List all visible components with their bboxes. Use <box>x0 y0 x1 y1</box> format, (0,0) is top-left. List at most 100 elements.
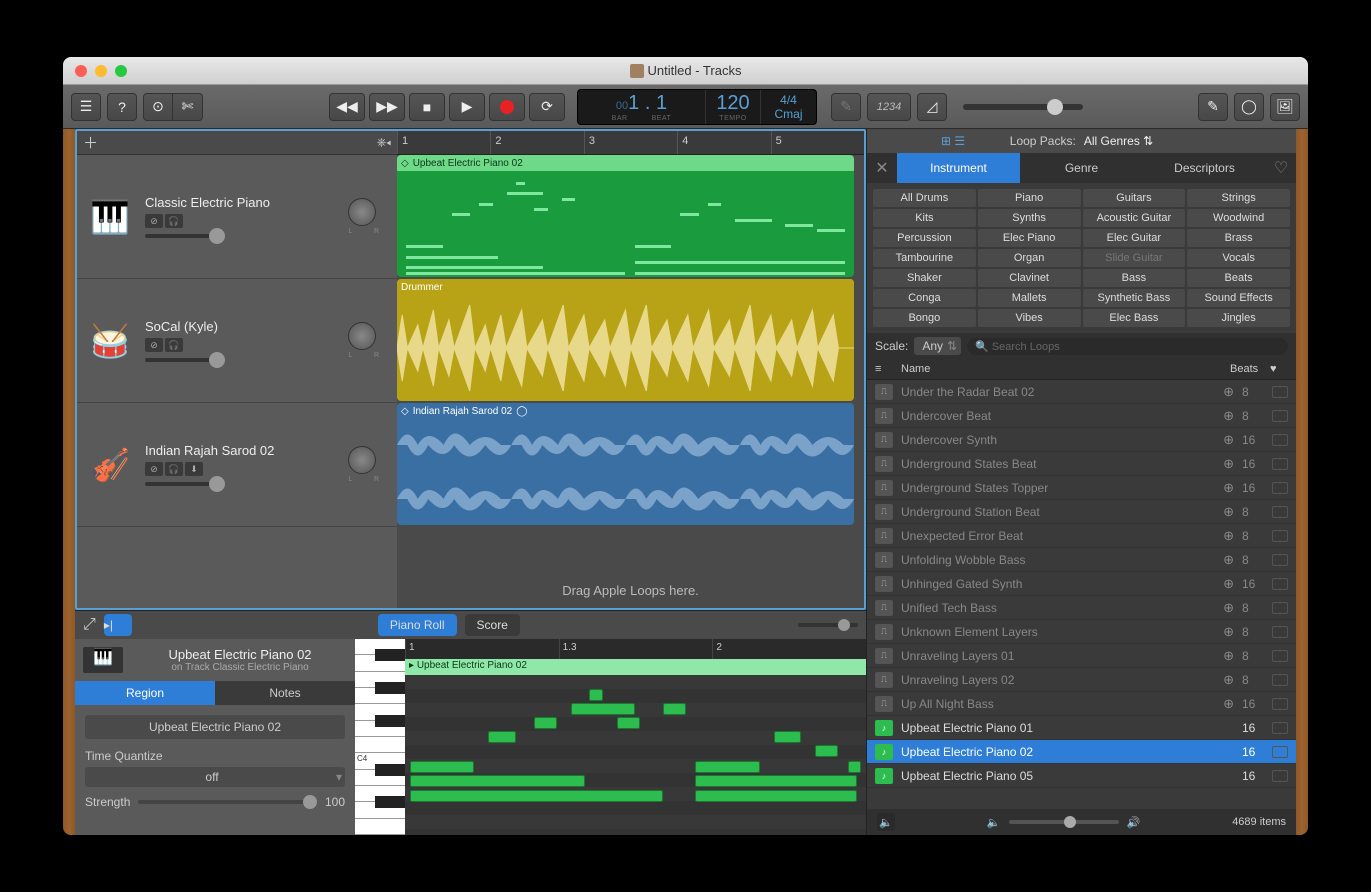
tab-descriptors[interactable]: Descriptors <box>1143 153 1266 183</box>
download-icon[interactable]: ⊕ <box>1223 600 1234 616</box>
smart-controls-button[interactable]: ⊙ <box>143 93 173 121</box>
favorites-button[interactable]: ♡ <box>1266 153 1296 183</box>
search-input[interactable]: 🔍 Search Loops <box>967 338 1288 355</box>
view-buttons[interactable]: ⊞ ☰ <box>941 134 965 148</box>
fav-checkbox[interactable] <box>1272 386 1288 398</box>
play-button[interactable]: ▶ <box>449 93 485 121</box>
download-icon[interactable]: ⊕ <box>1223 480 1234 496</box>
subtab-region[interactable]: Region <box>75 681 215 705</box>
loop-row[interactable]: ⎍ Unfolding Wobble Bass ⊕ 8 <box>867 548 1296 572</box>
fav-checkbox[interactable] <box>1272 674 1288 686</box>
category-bongo[interactable]: Bongo <box>873 309 976 327</box>
track-header[interactable]: 🎻 Indian Rajah Sarod 02 ⊘🎧⬇ L R <box>77 403 397 527</box>
category-conga[interactable]: Conga <box>873 289 976 307</box>
close-button[interactable] <box>75 65 87 77</box>
track-volume[interactable] <box>145 234 225 238</box>
loop-row[interactable]: ⎍ Unraveling Layers 02 ⊕ 8 <box>867 668 1296 692</box>
add-track-button[interactable]: ＋ <box>83 132 98 153</box>
region-sarod[interactable]: ◇ Indian Rajah Sarod 02 ◯ <box>397 403 854 525</box>
download-icon[interactable]: ⊕ <box>1223 408 1234 424</box>
mute-btn[interactable]: ⊘ <box>145 338 163 352</box>
subtab-notes[interactable]: Notes <box>215 681 355 705</box>
loop-row[interactable]: ♪ Upbeat Electric Piano 01 16 <box>867 716 1296 740</box>
download-icon[interactable]: ⊕ <box>1223 432 1234 448</box>
category-brass[interactable]: Brass <box>1187 229 1290 247</box>
cycle-button[interactable]: ⟳ <box>529 93 565 121</box>
loop-list[interactable]: ⎍ Under the Radar Beat 02 ⊕ 8 ⎍ Undercov… <box>867 380 1296 809</box>
fav-checkbox[interactable] <box>1272 578 1288 590</box>
preview-volume[interactable] <box>1009 820 1119 824</box>
category-clavinet[interactable]: Clavinet <box>978 269 1081 287</box>
loop-row[interactable]: ♪ Upbeat Electric Piano 02 16 <box>867 740 1296 764</box>
category-beats[interactable]: Beats <box>1187 269 1290 287</box>
loop-row[interactable]: ⎍ Underground Station Beat ⊕ 8 <box>867 500 1296 524</box>
lcd-display[interactable]: 001 . 1BARBEAT 120TEMPO 4/4Cmaj <box>577 89 817 125</box>
category-mallets[interactable]: Mallets <box>978 289 1081 307</box>
col-fav[interactable]: ♥ <box>1270 363 1288 375</box>
track-volume[interactable] <box>145 482 225 486</box>
editor-link-btn[interactable]: ⤢ <box>83 616 96 634</box>
fav-checkbox[interactable] <box>1272 458 1288 470</box>
download-icon[interactable]: ⊕ <box>1223 552 1234 568</box>
notepad-button[interactable]: ✎ <box>1198 93 1228 121</box>
piano-roll[interactable]: 11.32 ▸ Upbeat Electric Piano 02 <box>405 639 866 835</box>
pan-knob[interactable] <box>348 198 376 226</box>
fav-checkbox[interactable] <box>1272 530 1288 542</box>
preview-mute[interactable]: 🔈 <box>877 813 895 831</box>
download-icon[interactable]: ⊕ <box>1223 576 1234 592</box>
category-elec-piano[interactable]: Elec Piano <box>978 229 1081 247</box>
help-button[interactable]: ? <box>107 93 137 121</box>
headphone-btn[interactable]: 🎧 <box>165 214 183 228</box>
ruler-mark[interactable]: 1 <box>397 131 490 154</box>
fav-checkbox[interactable] <box>1272 698 1288 710</box>
col-name[interactable]: Name <box>901 363 1230 375</box>
track-header[interactable]: 🎹 Classic Electric Piano ⊘🎧 L R <box>77 155 397 279</box>
fav-checkbox[interactable] <box>1272 650 1288 662</box>
zoom-button[interactable] <box>115 65 127 77</box>
loop-row[interactable]: ⎍ Up All Night Bass ⊕ 16 <box>867 692 1296 716</box>
pan-knob[interactable] <box>348 322 376 350</box>
fav-checkbox[interactable] <box>1272 434 1288 446</box>
category-shaker[interactable]: Shaker <box>873 269 976 287</box>
pan-knob[interactable] <box>348 446 376 474</box>
fav-checkbox[interactable] <box>1272 770 1288 782</box>
mute-btn[interactable]: ⊘ <box>145 214 163 228</box>
category-acoustic-guitar[interactable]: Acoustic Guitar <box>1083 209 1186 227</box>
loop-row[interactable]: ⎍ Undercover Synth ⊕ 16 <box>867 428 1296 452</box>
loop-row[interactable]: ⎍ Unknown Element Layers ⊕ 8 <box>867 620 1296 644</box>
loop-row[interactable]: ♪ Upbeat Electric Piano 05 16 <box>867 764 1296 788</box>
editors-button[interactable]: ✄ <box>173 93 203 121</box>
metronome-button[interactable]: ◿ <box>917 93 947 121</box>
category-woodwind[interactable]: Woodwind <box>1187 209 1290 227</box>
countin-button[interactable]: 1234 <box>867 93 911 121</box>
tab-genre[interactable]: Genre <box>1020 153 1143 183</box>
category-synthetic-bass[interactable]: Synthetic Bass <box>1083 289 1186 307</box>
category-synths[interactable]: Synths <box>978 209 1081 227</box>
tab-score[interactable]: Score <box>465 614 520 636</box>
zoom-slider[interactable] <box>798 623 858 627</box>
loop-row[interactable]: ⎍ Unhinged Gated Synth ⊕ 16 <box>867 572 1296 596</box>
track-header[interactable]: 🥁 SoCal (Kyle) ⊘🎧 L R <box>77 279 397 403</box>
fav-checkbox[interactable] <box>1272 602 1288 614</box>
ruler-mark[interactable]: 2 <box>490 131 583 154</box>
tab-instrument[interactable]: Instrument <box>897 153 1020 183</box>
download-icon[interactable]: ⊕ <box>1223 672 1234 688</box>
tab-piano-roll[interactable]: Piano Roll <box>378 614 457 636</box>
rewind-button[interactable]: ◀◀ <box>329 93 365 121</box>
close-filter-button[interactable]: ✕ <box>867 153 897 183</box>
stop-button[interactable]: ■ <box>409 93 445 121</box>
download-icon[interactable]: ⊕ <box>1223 456 1234 472</box>
download-icon[interactable]: ⊕ <box>1223 504 1234 520</box>
media-browser-button[interactable]: 🖼 <box>1270 93 1300 121</box>
fav-checkbox[interactable] <box>1272 746 1288 758</box>
category-guitars[interactable]: Guitars <box>1083 189 1186 207</box>
loop-row[interactable]: ⎍ Unraveling Layers 01 ⊕ 8 <box>867 644 1296 668</box>
loop-row[interactable]: ⎍ Unexpected Error Beat ⊕ 8 <box>867 524 1296 548</box>
arrange-area[interactable]: 12345 ◇ Upbeat Electric Piano 02 <box>397 131 864 608</box>
loop-row[interactable]: ⎍ Underground States Topper ⊕ 16 <box>867 476 1296 500</box>
category-elec-bass[interactable]: Elec Bass <box>1083 309 1186 327</box>
record-button[interactable] <box>489 93 525 121</box>
library-button[interactable]: ☰ <box>71 93 101 121</box>
headphone-btn[interactable]: 🎧 <box>165 462 183 476</box>
category-tambourine[interactable]: Tambourine <box>873 249 976 267</box>
